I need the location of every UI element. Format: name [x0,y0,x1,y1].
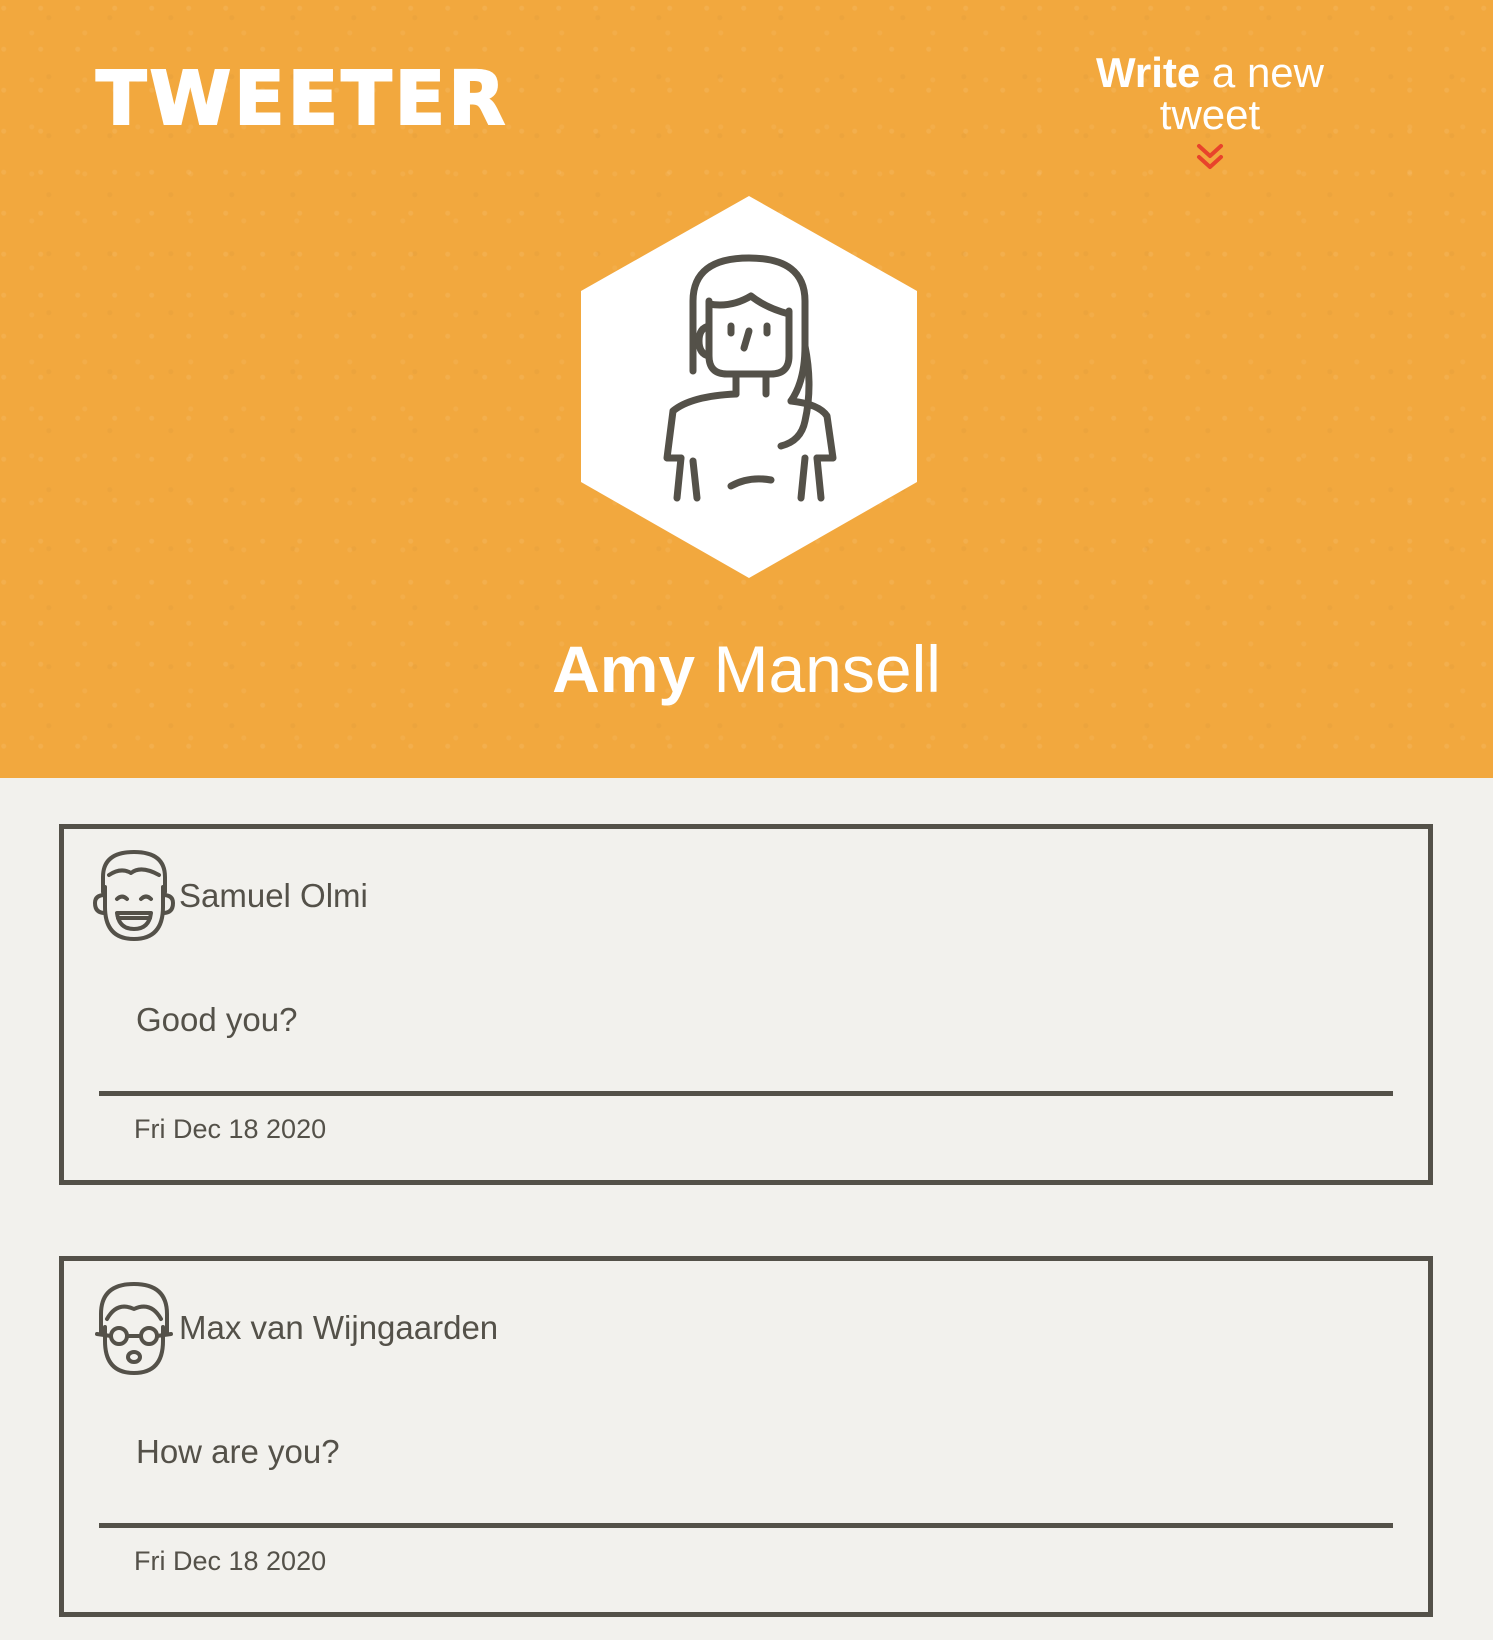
tweet-card: Max van Wijngaarden How are you? Fri Dec… [59,1256,1433,1617]
app-logo[interactable]: TWEETER [95,61,508,137]
tweet-author: Max van Wijngaarden [91,1279,498,1377]
tweet-author-name[interactable]: Max van Wijngaarden [179,1309,498,1347]
woman-avatar-icon [581,196,917,578]
tweet-date: Fri Dec 18 2020 [134,1114,327,1144]
write-new-tweet-link[interactable]: Write a new tweet [1040,52,1380,172]
compose-label-bold: Write [1096,49,1201,96]
page-header: TWEETER Write a new tweet Amy Mansell [0,0,1493,778]
tweet-date: Fri Dec 18 2020 [134,1546,327,1576]
profile-first-name: Amy [552,632,696,706]
tweet-divider [99,1091,1393,1096]
smiling-man-avatar-icon [93,850,175,941]
chevron-double-down-icon [1197,144,1223,169]
tweet-divider [99,1523,1393,1528]
profile-name: Amy Mansell [0,636,1493,702]
tweet-card: Samuel Olmi Good you? Fri Dec 18 2020 [59,824,1433,1185]
man-with-glasses-avatar-icon [95,1282,173,1375]
tweet-text: How are you? [136,1433,340,1470]
tweet-author-name[interactable]: Samuel Olmi [179,877,368,915]
tweet-author: Samuel Olmi [91,847,368,945]
profile-last-name: Mansell [713,632,941,706]
tweet-text: Good you? [136,1001,298,1038]
